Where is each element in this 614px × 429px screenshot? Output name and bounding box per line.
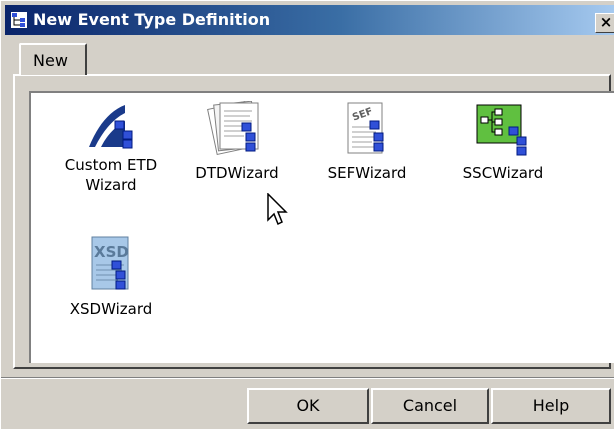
ssc-wizard-icon bbox=[476, 104, 527, 156]
window-title: New Event Type Definition bbox=[33, 10, 271, 29]
custom-etd-wizard-icon bbox=[89, 105, 133, 149]
title-bar[interactable]: New Event Type Definition × bbox=[5, 5, 614, 35]
close-icon: × bbox=[599, 13, 613, 31]
close-button[interactable]: × bbox=[595, 13, 614, 33]
tab-new-label: New bbox=[33, 51, 68, 70]
list-item-xsd-wizard[interactable]: XSD XSDWizard bbox=[51, 235, 171, 319]
button-bar-separator bbox=[1, 377, 614, 379]
tab-new[interactable]: New bbox=[19, 43, 87, 75]
item-label: DTDWizard bbox=[195, 164, 279, 182]
dtd-wizard-icon bbox=[207, 101, 259, 156]
item-label: XSDWizard bbox=[69, 300, 153, 318]
ok-button[interactable]: OK bbox=[247, 388, 369, 424]
new-event-type-definition-dialog: New Event Type Definition × New Custom E… bbox=[0, 0, 614, 429]
list-item-custom-etd-wizard[interactable]: Custom ETD Wizard bbox=[51, 101, 171, 195]
item-label: SSCWizard bbox=[462, 164, 544, 182]
list-item-dtd-wizard[interactable]: DTDWizard bbox=[177, 101, 297, 183]
sef-wizard-icon: SEF bbox=[347, 102, 384, 154]
xsd-icon-text: XSD bbox=[94, 243, 129, 261]
item-label: Custom ETD bbox=[64, 156, 158, 174]
help-button[interactable]: Help bbox=[491, 388, 611, 424]
list-item-ssc-wizard[interactable]: SSCWizard bbox=[443, 101, 563, 183]
cancel-button[interactable]: Cancel bbox=[371, 388, 489, 424]
xsd-wizard-icon: XSD bbox=[91, 236, 129, 290]
item-label: SEFWizard bbox=[327, 164, 407, 182]
mouse-pointer-icon bbox=[267, 193, 288, 226]
list-item-sef-wizard[interactable]: SEF SEFWizard bbox=[307, 101, 427, 183]
wizard-list[interactable]: Custom ETD Wizard DTDWizard SEF SEFWizar… bbox=[29, 91, 614, 363]
item-label: Wizard bbox=[85, 176, 137, 194]
hierarchy-icon bbox=[11, 12, 27, 28]
